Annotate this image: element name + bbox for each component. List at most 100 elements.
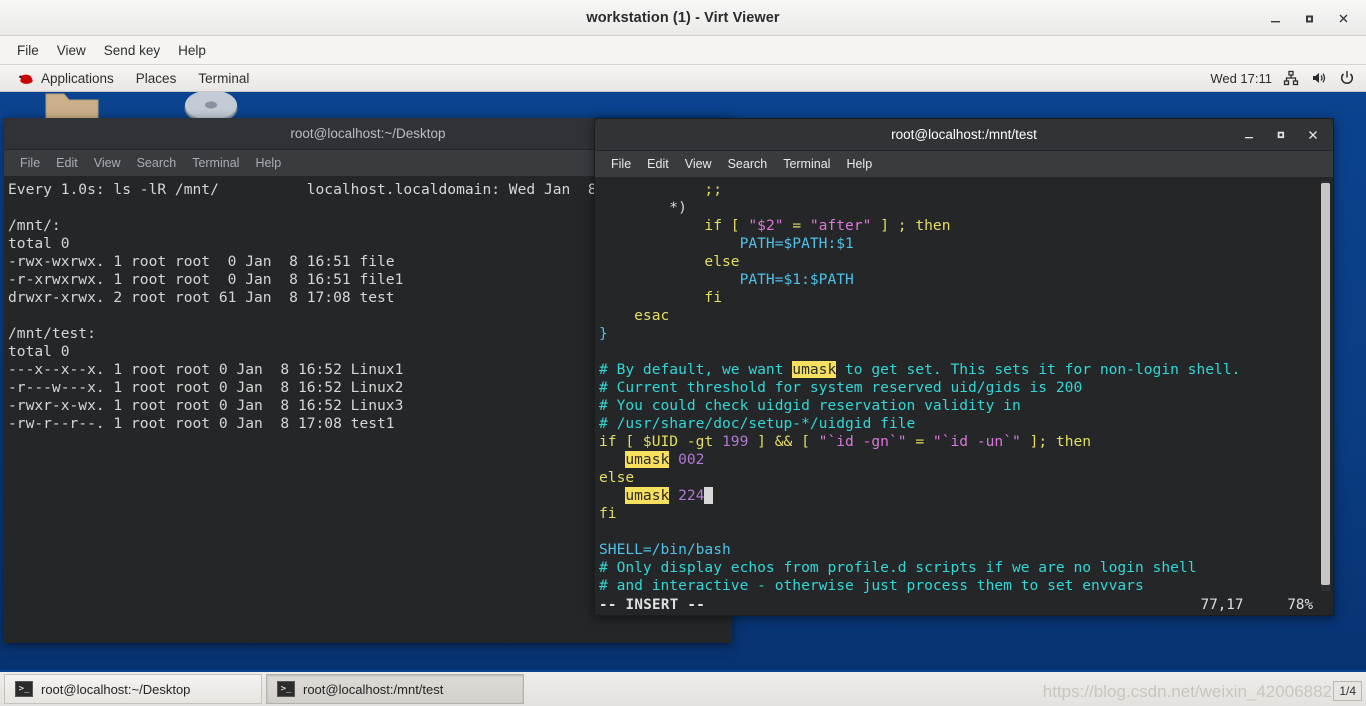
viewer-title: workstation (1) - Virt Viewer xyxy=(586,9,780,26)
code-token: # By default, we want xyxy=(599,361,793,378)
taskbar-button-mnt-test[interactable]: >_ root@localhost:/mnt/test xyxy=(266,674,524,704)
vim-code-line: } xyxy=(599,325,1333,343)
code-token: to get set. This sets it for non-login s… xyxy=(836,361,1241,378)
vim-code-line: fi xyxy=(599,289,1333,307)
vim-code-line: umask 002 xyxy=(599,451,1333,469)
code-token: if [ $UID -gt xyxy=(599,433,723,450)
panel-left-group: Applications Places Terminal xyxy=(0,68,259,89)
panel-clock[interactable]: Wed 17:11 xyxy=(1210,71,1272,86)
terminal-window-mnt-test[interactable]: root@localhost:/mnt/test File Edit View xyxy=(594,118,1334,616)
terminal-left-menu-help[interactable]: Help xyxy=(247,154,289,172)
terminal-right-menu-file[interactable]: File xyxy=(603,155,639,173)
vim-cursor-position: 77,17 xyxy=(1200,596,1244,613)
vim-scroll-percent: 78% xyxy=(1287,596,1313,613)
vim-code-line: # and interactive - otherwise just proce… xyxy=(599,577,1333,595)
power-icon[interactable] xyxy=(1338,69,1356,87)
text-cursor xyxy=(704,487,714,504)
terminal-minimize-icon[interactable] xyxy=(1233,122,1265,148)
code-token: esac xyxy=(599,307,670,324)
code-token: # Current threshold for system reserved … xyxy=(599,379,1083,396)
terminal-right-menu-view[interactable]: View xyxy=(677,155,720,173)
taskbar-button-desktop[interactable]: >_ root@localhost:~/Desktop xyxy=(4,674,262,704)
vim-mode-indicator: -- INSERT -- xyxy=(599,596,706,613)
viewer-window-controls xyxy=(1258,0,1360,36)
code-token: else xyxy=(599,469,635,486)
terminal-icon: >_ xyxy=(277,681,295,697)
terminal-icon: >_ xyxy=(15,681,33,697)
viewer-menu-view[interactable]: View xyxy=(48,40,95,61)
vim-scrollbar[interactable] xyxy=(1321,181,1330,591)
desktop-area: root@localhost:~/Desktop File Edit View … xyxy=(0,92,1366,670)
terminal-left-menu-terminal[interactable]: Terminal xyxy=(184,154,247,172)
code-token: ;; xyxy=(599,181,723,198)
panel-right-group: Wed 17:11 xyxy=(1210,69,1366,87)
code-token: ] ; then xyxy=(871,217,951,234)
panel-places-menu[interactable]: Places xyxy=(126,68,187,89)
terminal-right-menu-help[interactable]: Help xyxy=(838,155,880,173)
viewer-menu-send-key[interactable]: Send key xyxy=(95,40,169,61)
terminal-left-menu-view[interactable]: View xyxy=(86,154,129,172)
code-token: 224 xyxy=(678,487,705,504)
terminal-right-menu-search[interactable]: Search xyxy=(720,155,776,173)
code-token: "`id -un`" xyxy=(932,433,1021,450)
workspace-indicator[interactable]: 1/4 xyxy=(1333,681,1362,701)
maximize-icon[interactable] xyxy=(1292,3,1326,33)
terminal-right-titlebar[interactable]: root@localhost:/mnt/test xyxy=(595,119,1333,151)
code-token: fi xyxy=(599,505,617,522)
code-token: } xyxy=(599,325,608,342)
close-icon[interactable] xyxy=(1326,3,1360,33)
vim-code-line: esac xyxy=(599,307,1333,325)
terminal-close-icon[interactable] xyxy=(1297,122,1329,148)
minimize-icon[interactable] xyxy=(1258,3,1292,33)
code-token: "$2" xyxy=(748,217,784,234)
vim-code-line xyxy=(599,523,1333,541)
code-token: ] && [ xyxy=(748,433,819,450)
vim-code-line: else xyxy=(599,469,1333,487)
vim-code-line: PATH=$PATH:$1 xyxy=(599,235,1333,253)
vim-code-line: # Current threshold for system reserved … xyxy=(599,379,1333,397)
vim-code-line: fi xyxy=(599,505,1333,523)
vim-code-line: SHELL=/bin/bash xyxy=(599,541,1333,559)
code-token: # Only display echos from profile.d scri… xyxy=(599,559,1197,576)
taskbar-button-desktop-label: root@localhost:~/Desktop xyxy=(41,681,191,697)
viewer-menu-file[interactable]: File xyxy=(8,40,48,61)
terminal-right-menu-edit[interactable]: Edit xyxy=(639,155,677,173)
code-token: # /usr/share/doc/setup-*/uidgid file xyxy=(599,415,916,432)
code-token: PATH=$1:$PATH xyxy=(599,271,854,288)
vim-code-line: # /usr/share/doc/setup-*/uidgid file xyxy=(599,415,1333,433)
terminal-right-window-controls xyxy=(1233,119,1329,151)
terminal-maximize-icon[interactable] xyxy=(1265,122,1297,148)
vim-code-line: else xyxy=(599,253,1333,271)
vim-code-line xyxy=(599,343,1333,361)
vim-editor-pane[interactable]: ;; *) if [ "$2" = "after" ] ; then PATH=… xyxy=(595,178,1333,615)
network-icon[interactable] xyxy=(1282,69,1300,87)
viewer-menubar: File View Send key Help xyxy=(0,36,1366,65)
panel-applications-label: Applications xyxy=(41,70,114,86)
vim-scrollbar-thumb[interactable] xyxy=(1321,183,1330,585)
terminal-left-menu-edit[interactable]: Edit xyxy=(48,154,86,172)
code-token: ]; then xyxy=(1020,433,1092,450)
panel-terminal-label: Terminal xyxy=(198,70,250,86)
vim-code-line: PATH=$1:$PATH xyxy=(599,271,1333,289)
vim-code-area[interactable]: ;; *) if [ "$2" = "after" ] ; then PATH=… xyxy=(595,181,1333,595)
terminal-left-menu-search[interactable]: Search xyxy=(129,154,185,172)
vim-code-line: # By default, we want umask to get set. … xyxy=(599,361,1333,379)
taskbar-button-mnt-test-label: root@localhost:/mnt/test xyxy=(303,681,444,697)
terminal-left-menu-file[interactable]: File xyxy=(12,154,48,172)
viewer-menu-help[interactable]: Help xyxy=(169,40,215,61)
vim-code-line: ;; xyxy=(599,181,1333,199)
search-match-highlight: umask xyxy=(792,361,837,378)
panel-applications-menu[interactable]: Applications xyxy=(8,68,124,89)
volume-icon[interactable] xyxy=(1310,69,1328,87)
vim-code-line: # You could check uidgid reservation val… xyxy=(599,397,1333,415)
viewer-titlebar: workstation (1) - Virt Viewer xyxy=(0,0,1366,36)
terminal-right-menu-terminal[interactable]: Terminal xyxy=(775,155,838,173)
code-token: "after" xyxy=(809,217,872,234)
search-match-highlight: umask xyxy=(625,451,670,468)
code-token: "`id -gn`" xyxy=(818,433,907,450)
code-token: fi xyxy=(599,289,723,306)
panel-terminal-menu[interactable]: Terminal xyxy=(188,68,259,89)
